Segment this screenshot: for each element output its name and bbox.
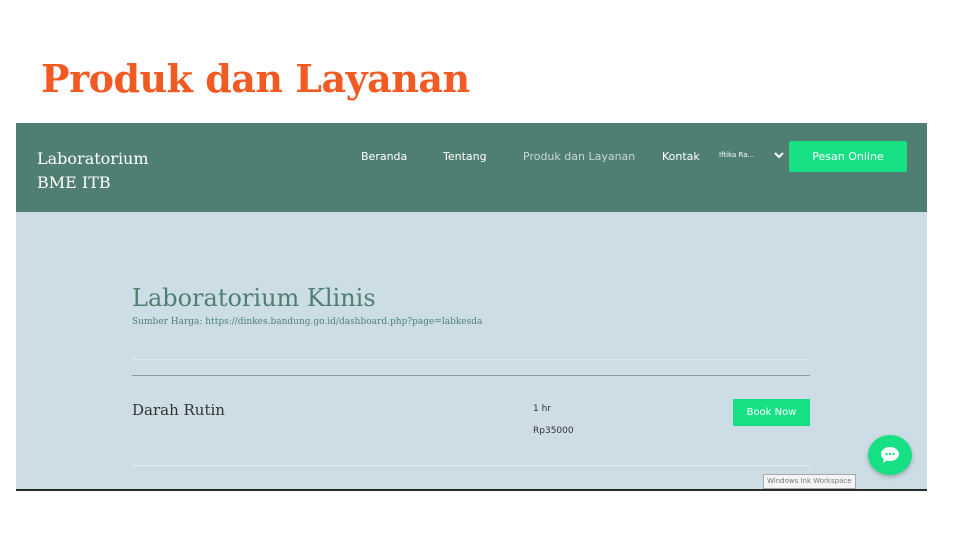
- order-online-button[interactable]: Pesan Online: [789, 141, 907, 172]
- website-screenshot: Laboratorium BME ITB Beranda Tentang Pro…: [16, 123, 927, 491]
- site-logo[interactable]: Laboratorium BME ITB: [37, 147, 197, 195]
- site-header: Laboratorium BME ITB Beranda Tentang Pro…: [16, 123, 927, 212]
- service-name: Darah Rutin: [132, 401, 225, 419]
- brand-line-1: Laboratorium: [37, 149, 149, 168]
- nav-beranda[interactable]: Beranda: [361, 150, 407, 163]
- windows-ink-tooltip: Windows Ink Workspace: [763, 474, 856, 489]
- nav-produk-dan-layanan[interactable]: Produk dan Layanan: [523, 150, 635, 163]
- user-menu[interactable]: Iftika Ra...: [719, 151, 754, 159]
- chat-bubble-icon[interactable]: [868, 435, 912, 475]
- divider: [132, 359, 810, 360]
- divider: [132, 465, 810, 466]
- price-source-text: Sumber Harga: https://dinkes.bandung.go.…: [132, 317, 483, 327]
- divider: [132, 375, 810, 376]
- chevron-down-icon[interactable]: [772, 147, 786, 161]
- section-title: Laboratorium Klinis: [132, 284, 376, 312]
- book-now-button[interactable]: Book Now: [733, 399, 810, 426]
- nav-kontak[interactable]: Kontak: [662, 150, 700, 163]
- service-price: Rp35000: [533, 426, 574, 436]
- slide-title: Produk dan Layanan: [41, 56, 470, 101]
- service-duration: 1 hr: [533, 404, 551, 414]
- brand-line-2: BME ITB: [37, 173, 111, 192]
- nav-tentang[interactable]: Tentang: [443, 150, 487, 163]
